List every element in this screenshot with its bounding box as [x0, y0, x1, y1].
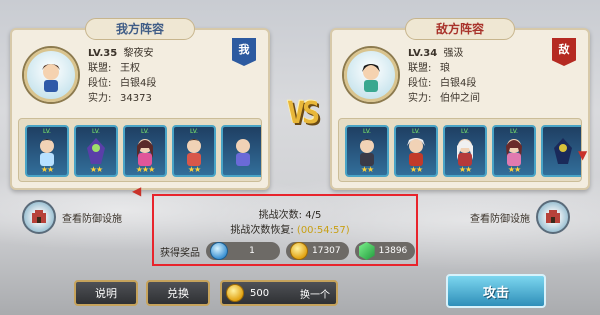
enemy-alliance-label: 联盟:	[408, 63, 432, 74]
ally-panel: 我方阵容 LV.35 黎夜安 联盟: 王权 段位: 白银4段 实力: 34373 我 …	[10, 18, 270, 190]
enemy-rank-label: 段位:	[408, 78, 432, 89]
highlight-box	[152, 194, 418, 266]
hero-portrait-icon	[407, 138, 425, 166]
enemy-avatar[interactable]	[344, 48, 398, 102]
enemy-panel: 敌方阵容 LV.34 强汲 联盟: 琅 段位: 白银4段 实力: 伯仲之间 敌 LV.…	[330, 18, 590, 190]
hero-portrait-icon	[87, 138, 105, 164]
scroll-arrow-icon[interactable]: ▼	[578, 148, 587, 162]
ally-hero-card[interactable]: LV. ★★	[172, 125, 216, 177]
hero-portrait-icon	[457, 139, 473, 166]
enemy-hero-card[interactable]: LV. ★★	[443, 125, 487, 177]
hero-portrait-icon	[359, 139, 375, 166]
enemy-info: LV.34 强汲 联盟: 琅 段位: 白银4段 实力: 伯仲之间	[408, 46, 480, 106]
enemy-power-label: 实力:	[408, 93, 432, 104]
enemy-hero-card[interactable]: LV. ★★	[345, 125, 389, 177]
tower-icon	[22, 200, 56, 234]
hero-portrait-icon	[39, 139, 55, 166]
player-portrait-icon	[42, 64, 60, 92]
ally-name: 黎夜安	[123, 48, 154, 59]
tower-icon	[536, 200, 570, 234]
enemy-hero-card[interactable]	[541, 125, 581, 177]
enemy-badge: 敌	[552, 38, 576, 66]
ally-power-label: 实力:	[88, 93, 112, 104]
ally-defense-label: 查看防御设施	[62, 213, 122, 225]
enemy-hero-card[interactable]: LV. ★★	[394, 125, 438, 177]
swap-label: 换一个	[300, 289, 330, 301]
vs-emblem: VS	[286, 96, 320, 131]
ally-avatar[interactable]	[24, 48, 78, 102]
ally-hero-card[interactable]	[221, 125, 261, 177]
attack-button[interactable]: 攻击	[446, 274, 546, 308]
enemy-level: LV.34	[408, 48, 438, 59]
ally-hero-card[interactable]: LV. ★★	[74, 125, 118, 177]
scroll-arrow-icon[interactable]: ◀	[132, 184, 141, 198]
ally-panel-title: 我方阵容	[85, 18, 195, 40]
enemy-team-strip[interactable]: LV. ★★ LV. ★★ LV. ★★ LV. ★★	[338, 118, 582, 182]
ally-rank: 白银4段	[120, 78, 157, 89]
ally-alliance-label: 联盟:	[88, 63, 112, 74]
enemy-rank: 白银4段	[440, 78, 477, 89]
enemy-power: 伯仲之间	[440, 93, 480, 104]
ally-rank-label: 段位:	[88, 78, 112, 89]
hero-portrait-icon	[186, 139, 202, 166]
ally-badge: 我	[232, 38, 256, 66]
coin-icon	[226, 284, 244, 302]
player-portrait-icon	[362, 64, 380, 92]
hero-portrait-icon	[236, 139, 250, 166]
enemy-defense-link[interactable]: 查看防御设施	[470, 200, 570, 234]
ally-info: LV.35 黎夜安 联盟: 王权 段位: 白银4段 实力: 34373	[88, 46, 156, 106]
ally-alliance: 王权	[120, 63, 140, 74]
ally-power: 34373	[120, 93, 152, 104]
hero-portrait-icon	[506, 139, 522, 166]
enemy-name: 强汲	[443, 48, 464, 59]
enemy-hero-card[interactable]: LV. ★★	[492, 125, 536, 177]
hero-portrait-icon	[554, 138, 572, 164]
ally-team-strip[interactable]: LV. ★★ LV. ★★ LV. ★★★ LV. ★★	[18, 118, 262, 182]
explain-button[interactable]: 说明	[74, 280, 138, 306]
enemy-defense-label: 查看防御设施	[470, 213, 530, 225]
ally-hero-card[interactable]: LV. ★★★	[123, 125, 167, 177]
ally-defense-link[interactable]: 查看防御设施	[22, 200, 122, 234]
ally-level: LV.35	[88, 48, 118, 59]
ally-hero-card[interactable]: LV. ★★	[25, 125, 69, 177]
exchange-button[interactable]: 兑换	[146, 280, 210, 306]
enemy-panel-title: 敌方阵容	[405, 18, 515, 40]
enemy-alliance: 琅	[440, 63, 450, 74]
hero-portrait-icon	[137, 139, 153, 166]
swap-cost: 500	[250, 287, 270, 299]
swap-opponent-button[interactable]: 500 换一个	[220, 280, 338, 306]
